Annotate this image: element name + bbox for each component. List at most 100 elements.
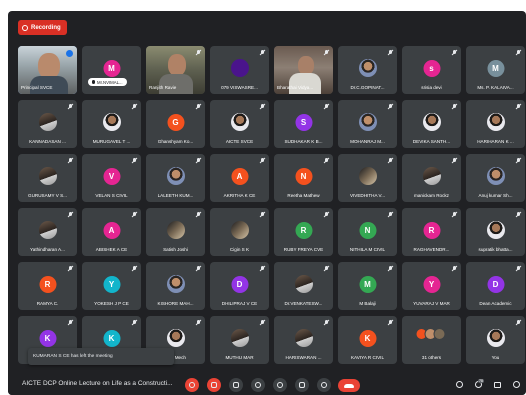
avatar	[358, 167, 377, 185]
participant-tile[interactable]: KISHORE MAH...	[146, 262, 205, 310]
participant-tile[interactable]: supratik bhatta...	[466, 208, 525, 256]
participant-tile[interactable]: Cigin S K	[210, 208, 269, 256]
camera-toggle-button[interactable]	[207, 378, 221, 392]
participant-tile[interactable]: VIVEDHITHA V...	[338, 154, 397, 202]
participant-name: Reetha Mathew	[287, 193, 320, 198]
info-button[interactable]	[455, 380, 464, 389]
raise-hand-button[interactable]	[251, 378, 265, 392]
participant-tile[interactable]: HARISWARAN ...	[274, 316, 333, 364]
avatar: M	[487, 60, 504, 77]
participant-tile[interactable]: Y YOKESH J P CE	[82, 262, 141, 310]
participant-tile[interactable]: AICTE SVCE	[210, 100, 269, 148]
activities-button[interactable]	[512, 380, 521, 389]
participant-tile[interactable]: s srisia devi	[402, 46, 461, 94]
participant-tile[interactable]: HARIHARAN K ...	[466, 100, 525, 148]
mic-muted-icon	[68, 158, 73, 164]
mic-toggle-button[interactable]	[185, 378, 199, 392]
mic-muted-icon	[324, 320, 329, 326]
participant-tile[interactable]: MURUGAVEL T ...	[82, 100, 141, 148]
participant-tile[interactable]: A ABISHEK A CE	[82, 208, 141, 256]
mic-muted-icon	[132, 158, 137, 164]
meet-window: Recording Principal SVCE M Mr.NVIMAL... Ran…	[8, 11, 526, 395]
participant-tile[interactable]: D DHILIPRAJ V CE	[210, 262, 269, 310]
emoji-button[interactable]	[273, 378, 287, 392]
camera-icon	[211, 382, 217, 388]
mic-muted-icon	[260, 320, 265, 326]
participant-name: Dr.C.GOPINAT...	[350, 85, 385, 90]
participant-tile[interactable]: manickam Rockz	[402, 154, 461, 202]
participant-name: srisia devi	[421, 85, 442, 90]
mic-muted-icon	[388, 104, 393, 110]
mic-muted-icon	[68, 104, 73, 110]
participant-tile[interactable]: M Ms. P. KALAIVA...	[466, 46, 525, 94]
participant-tile[interactable]: Principal SVCE	[18, 46, 77, 94]
participant-tile[interactable]: N NITHILA M CIVIL	[338, 208, 397, 256]
participant-tile[interactable]: Satish Joshi	[146, 208, 205, 256]
mic-muted-icon	[452, 50, 457, 56]
participant-name: ABISHEK A CE	[95, 247, 128, 252]
participant-tile[interactable]: N Reetha Mathew	[274, 154, 333, 202]
participant-tile[interactable]: D Dean Academic	[466, 262, 525, 310]
participant-name: Cigin S K	[229, 247, 250, 252]
speaking-indicator-icon	[66, 50, 73, 57]
participant-name: 31 others	[421, 355, 442, 360]
participant-tile[interactable]: DEVIKA SANTH...	[402, 100, 461, 148]
participant-tile[interactable]: Anuj kumar Sh...	[466, 154, 525, 202]
participant-tile[interactable]: 31 others	[402, 316, 461, 364]
participant-tile[interactable]: KANNADASAN ...	[18, 100, 77, 148]
participant-tile[interactable]: V VELAN S CIVIL	[82, 154, 141, 202]
participant-tile[interactable]: M M Balaji	[338, 262, 397, 310]
participant-tile[interactable]: GURUSAMY V S...	[18, 154, 77, 202]
avatar	[38, 167, 57, 185]
participant-name: YOKESH J P CE	[94, 301, 129, 306]
participant-tile[interactable]: S SUDHAKAR K B...	[274, 100, 333, 148]
avatar	[230, 113, 249, 131]
present-button[interactable]	[295, 378, 309, 392]
participant-tile[interactable]: G Ghanshyam Ko...	[146, 100, 205, 148]
participant-tile[interactable]: Bharathai Vidya...	[274, 46, 333, 94]
participant-tile[interactable]: M Mr.NVIMAL...	[82, 46, 141, 94]
people-button[interactable]: 78	[474, 379, 484, 389]
chat-button[interactable]	[493, 380, 502, 389]
participant-tile[interactable]: MUTHU MAR	[210, 316, 269, 364]
participant-name: MURUGAVEL T ...	[92, 139, 131, 144]
avatar	[422, 167, 441, 185]
participant-tile[interactable]: Yathindharan A...	[18, 208, 77, 256]
participant-tile[interactable]: Dr.C.GOPINAT...	[338, 46, 397, 94]
avatar: K	[359, 330, 376, 347]
participant-tile[interactable]: R RUBY FREYA CVE	[274, 208, 333, 256]
mic-muted-icon	[260, 266, 265, 272]
avatar	[166, 221, 185, 239]
participant-tile[interactable]: Y YUVARAJ V MAR	[402, 262, 461, 310]
participant-name: Satish Joshi	[163, 247, 188, 252]
recording-indicator: Recording	[18, 20, 67, 35]
participant-tile[interactable]: A AKRITHA K CE	[210, 154, 269, 202]
avatar: N	[359, 222, 376, 239]
participant-name: GURUSAMY V S...	[28, 193, 67, 198]
participant-name: RAGHAVENDR...	[413, 247, 450, 252]
avatar: G	[167, 114, 184, 131]
participant-tile[interactable]: Dr.VENKATESW...	[274, 262, 333, 310]
participant-tile[interactable]: Ranjith Ravie	[146, 46, 205, 94]
info-icon	[456, 381, 463, 388]
meeting-title[interactable]: AICTE DCP Online Lecture on Life as a Co…	[22, 380, 173, 387]
participant-tile[interactable]: MOHANRAJ M...	[338, 100, 397, 148]
avatar	[230, 329, 249, 347]
participant-tile[interactable]: R RAGHAVENDR...	[402, 208, 461, 256]
avatar	[294, 329, 313, 347]
hang-up-button[interactable]	[338, 379, 360, 392]
captions-button[interactable]	[229, 378, 243, 392]
participant-tile[interactable]: R RAMYA C.	[18, 262, 77, 310]
avatar	[166, 275, 185, 293]
participant-name: MUTHU MAR	[225, 355, 254, 360]
more-options-button[interactable]	[317, 378, 331, 392]
participant-tile[interactable]: 079 VISWASRE...	[210, 46, 269, 94]
participant-tile[interactable]: You	[466, 316, 525, 364]
participant-name: KAVIYA R CIVIL	[350, 355, 385, 360]
participant-name: Ranjith Ravie	[149, 85, 177, 90]
participant-name: NITHILA M CIVIL	[349, 247, 386, 252]
mic-muted-icon	[68, 266, 73, 272]
mic-muted-icon	[196, 50, 201, 56]
participant-tile[interactable]: LALEETH KUM...	[146, 154, 205, 202]
participant-tile[interactable]: K KAVIYA R CIVIL	[338, 316, 397, 364]
